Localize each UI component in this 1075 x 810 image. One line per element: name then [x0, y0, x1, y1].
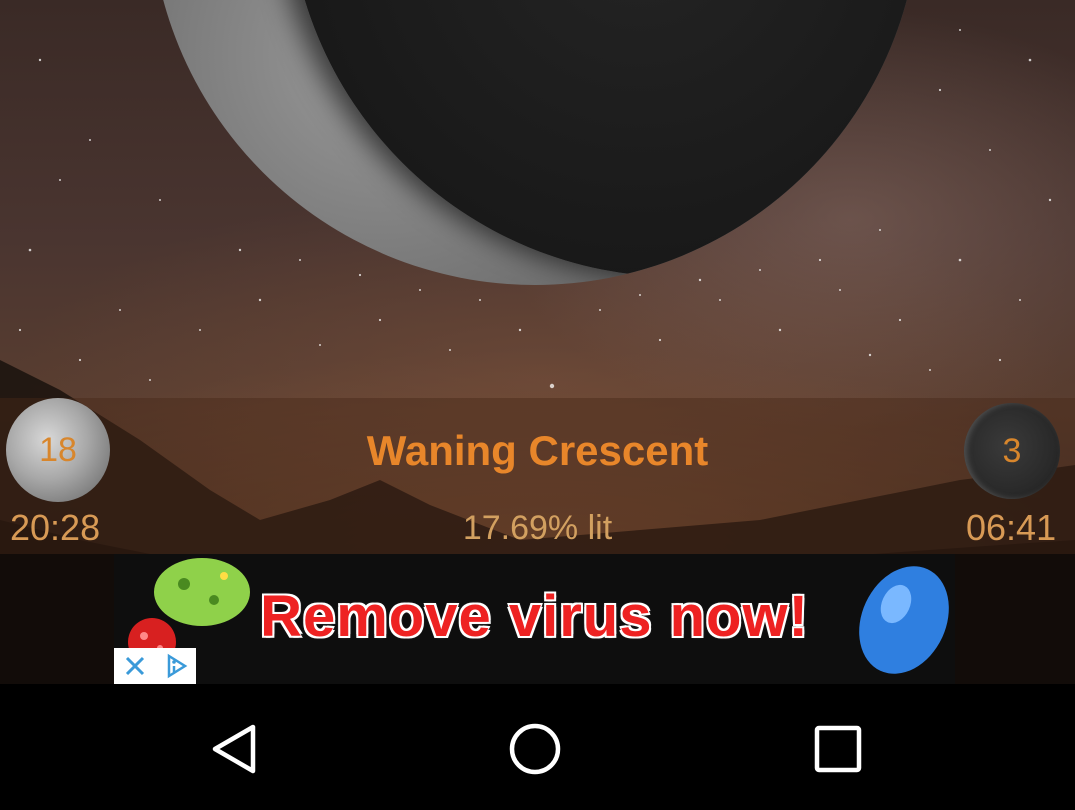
- ad-banner[interactable]: Remove virus now!: [114, 554, 955, 684]
- moonrise-time: 20:28: [10, 507, 101, 548]
- moonset-time: 06:41: [966, 507, 1057, 548]
- nav-back-button[interactable]: [198, 714, 268, 784]
- recents-square-icon: [814, 725, 862, 773]
- adchoices-icon[interactable]: [155, 648, 196, 684]
- nav-recents-button[interactable]: [803, 714, 873, 784]
- illumination-percent: 17.69% lit: [462, 509, 613, 547]
- close-icon[interactable]: [114, 648, 155, 684]
- phase-name: Waning Crescent: [366, 427, 709, 474]
- ad-controls: [114, 648, 196, 684]
- android-navigation-bar: [0, 684, 1075, 810]
- back-triangle-icon: [212, 724, 256, 774]
- ad-headline[interactable]: Remove virus now!: [114, 584, 955, 650]
- home-circle-icon: [509, 723, 561, 775]
- nav-home-button[interactable]: [500, 714, 570, 784]
